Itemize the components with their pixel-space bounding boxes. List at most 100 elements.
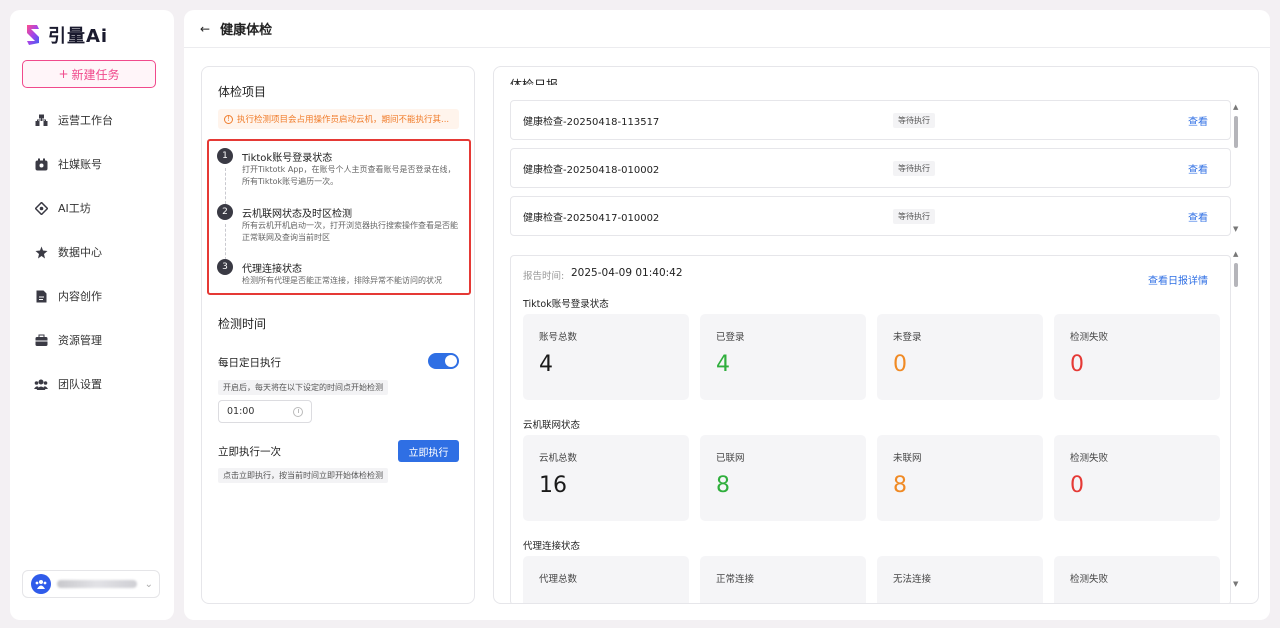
scroll-down-icon[interactable]: ▼: [1233, 225, 1238, 233]
scroll-up-icon[interactable]: ▲: [1233, 250, 1238, 258]
account-icon: [34, 157, 48, 171]
logo-text: 引量Ai: [48, 26, 109, 47]
workbench-icon: [34, 113, 48, 127]
stat-label: 云机总数: [539, 453, 578, 464]
sidebar-item-label: 数据中心: [58, 246, 102, 259]
main-content: ← 健康体检 体检项目 ! 执行检测项目会占用操作员启动云机，期间不能执行其..…: [184, 10, 1270, 620]
check-step: 2 云机联网状态及时区检测 所有云机开机启动一次，打开浏览器执行搜索操作查看是否…: [217, 204, 462, 260]
step-title: 代理连接状态: [242, 264, 302, 275]
stat-value: 16: [539, 473, 567, 498]
step-desc: 检测所有代理是否能正常连接，排除异常不能访问的状况: [242, 276, 442, 285]
report-time-value: 2025-04-09 01:40:42: [571, 267, 683, 279]
step-connector: [225, 168, 226, 204]
view-report-link[interactable]: 查看: [1188, 161, 1208, 176]
stat-card: 代理总数: [523, 556, 689, 603]
sidebar-item-content[interactable]: 内容创作: [10, 274, 174, 318]
stat-card: 未登录 0: [877, 314, 1043, 400]
view-report-link[interactable]: 查看: [1188, 209, 1208, 224]
daily-toggle[interactable]: [428, 353, 459, 369]
check-step: 3 代理连接状态 检测所有代理是否能正常连接，排除异常不能访问的状况: [217, 259, 462, 295]
report-row[interactable]: 健康检查-20250418-113517 等待执行 查看: [510, 100, 1231, 140]
status-badge: 等待执行: [893, 112, 935, 128]
stat-card: 检测失败: [1054, 556, 1220, 603]
stat-label: 正常连接: [716, 574, 755, 585]
stat-label: 代理总数: [539, 574, 578, 585]
new-task-button[interactable]: + 新建任务: [22, 60, 156, 88]
sidebar-item-accounts[interactable]: 社媒账号: [10, 142, 174, 186]
warning-banner: ! 执行检测项目会占用操作员启动云机，期间不能执行其...: [218, 109, 459, 129]
sidebar-nav: 运营工作台 社媒账号 AI工坊 数据中心 内容创作 资源管理 团队设置: [10, 98, 174, 406]
step-desc: 打开Tiktotk App，在账号个人主页查看账号是否登录在线，所有Tiktok…: [242, 165, 456, 186]
group-title: 云机联网状态: [523, 420, 581, 431]
logo[interactable]: 引量Ai: [24, 22, 108, 48]
logo-icon: [27, 25, 39, 45]
data-center-icon: [34, 245, 48, 259]
warning-text: 执行检测项目会占用操作员启动云机，期间不能执行其...: [237, 115, 450, 125]
status-badge: 等待执行: [893, 160, 935, 176]
report-row[interactable]: 健康检查-20250417-010002 等待执行 查看: [510, 196, 1231, 236]
back-arrow-icon[interactable]: ←: [200, 22, 210, 36]
stat-label: 已登录: [716, 332, 745, 343]
sidebar-item-label: 团队设置: [58, 378, 102, 391]
sidebar-item-data-center[interactable]: 数据中心: [10, 230, 174, 274]
scroll-thumb[interactable]: [1234, 116, 1238, 148]
stat-card: 检测失败 0: [1054, 435, 1220, 521]
stat-card: 未联网 8: [877, 435, 1043, 521]
username-blurred: [57, 580, 137, 588]
run-hint: 点击立即执行，按当前时间立即开始体检检测: [218, 468, 388, 483]
stat-card: 已登录 4: [700, 314, 866, 400]
report-name: 健康检查-20250418-010002: [523, 164, 660, 176]
scroll-thumb[interactable]: [1234, 263, 1238, 287]
scroll-up-icon[interactable]: ▲: [1233, 103, 1238, 111]
report-list-scrollbar[interactable]: ▲ ▼: [1233, 103, 1239, 235]
stat-value: 4: [716, 352, 730, 377]
time-picker[interactable]: 01:00: [218, 400, 312, 423]
stat-label: 检测失败: [1070, 453, 1109, 464]
stat-label: 未联网: [893, 453, 922, 464]
report-name: 健康检查-20250417-010002: [523, 212, 660, 224]
group-title: 代理连接状态: [523, 541, 581, 552]
run-now-button[interactable]: 立即执行: [398, 440, 459, 462]
step-desc: 所有云机开机启动一次，打开浏览器执行搜索操作查看是否能正常联网及查询当前时区: [242, 221, 458, 242]
clock-icon: [293, 407, 303, 417]
avatar: [31, 574, 51, 594]
report-row[interactable]: 健康检查-20250418-010002 等待执行 查看: [510, 148, 1231, 188]
sidebar-item-team[interactable]: 团队设置: [10, 362, 174, 406]
topbar: ← 健康体检: [184, 10, 1270, 48]
step-title: 云机联网状态及时区检测: [242, 209, 352, 220]
stat-label: 无法连接: [893, 574, 932, 585]
report-detail: 报告时间: 2025-04-09 01:40:42 查看日报详情 Tiktok账…: [510, 255, 1231, 603]
view-detail-link[interactable]: 查看日报详情: [1148, 272, 1208, 287]
stat-value: 8: [893, 473, 907, 498]
ai-workshop-icon: [34, 201, 48, 215]
step-number: 2: [217, 204, 233, 220]
schedule-title: 检测时间: [218, 317, 267, 331]
sidebar-item-label: 社媒账号: [58, 158, 102, 171]
stat-value: 0: [1070, 352, 1084, 377]
user-menu[interactable]: ⌄: [22, 570, 160, 598]
check-items-panel: 体检项目 ! 执行检测项目会占用操作员启动云机，期间不能执行其... 1 Tik…: [201, 66, 475, 604]
scroll-down-icon[interactable]: ▼: [1233, 580, 1238, 588]
stat-value: 0: [893, 352, 907, 377]
daily-hint: 开启后，每天将在以下设定的时间点开始检测: [218, 380, 388, 395]
view-report-link[interactable]: 查看: [1188, 113, 1208, 128]
stat-label: 账号总数: [539, 332, 578, 343]
run-now-label: 立即执行一次: [218, 446, 281, 458]
sidebar-item-label: 运营工作台: [58, 114, 113, 127]
check-items-title: 体检项目: [218, 85, 267, 99]
sidebar-item-ai-workshop[interactable]: AI工坊: [10, 186, 174, 230]
stat-card: 检测失败 0: [1054, 314, 1220, 400]
group-title: Tiktok账号登录状态: [523, 299, 609, 310]
stat-label: 已联网: [716, 453, 745, 464]
check-step: 1 Tiktok账号登录状态 打开Tiktotk App，在账号个人主页查看账号…: [217, 148, 462, 204]
stat-card: 已联网 8: [700, 435, 866, 521]
sidebar-item-workbench[interactable]: 运营工作台: [10, 98, 174, 142]
stat-value: 4: [539, 352, 553, 377]
stat-label: 检测失败: [1070, 332, 1109, 343]
reports-title: 体检日报: [510, 78, 559, 85]
sidebar-item-resources[interactable]: 资源管理: [10, 318, 174, 362]
stat-label: 未登录: [893, 332, 922, 343]
report-time-label: 报告时间:: [523, 271, 565, 282]
team-icon: [34, 377, 48, 391]
report-detail-scrollbar[interactable]: ▲ ▼: [1233, 250, 1239, 590]
